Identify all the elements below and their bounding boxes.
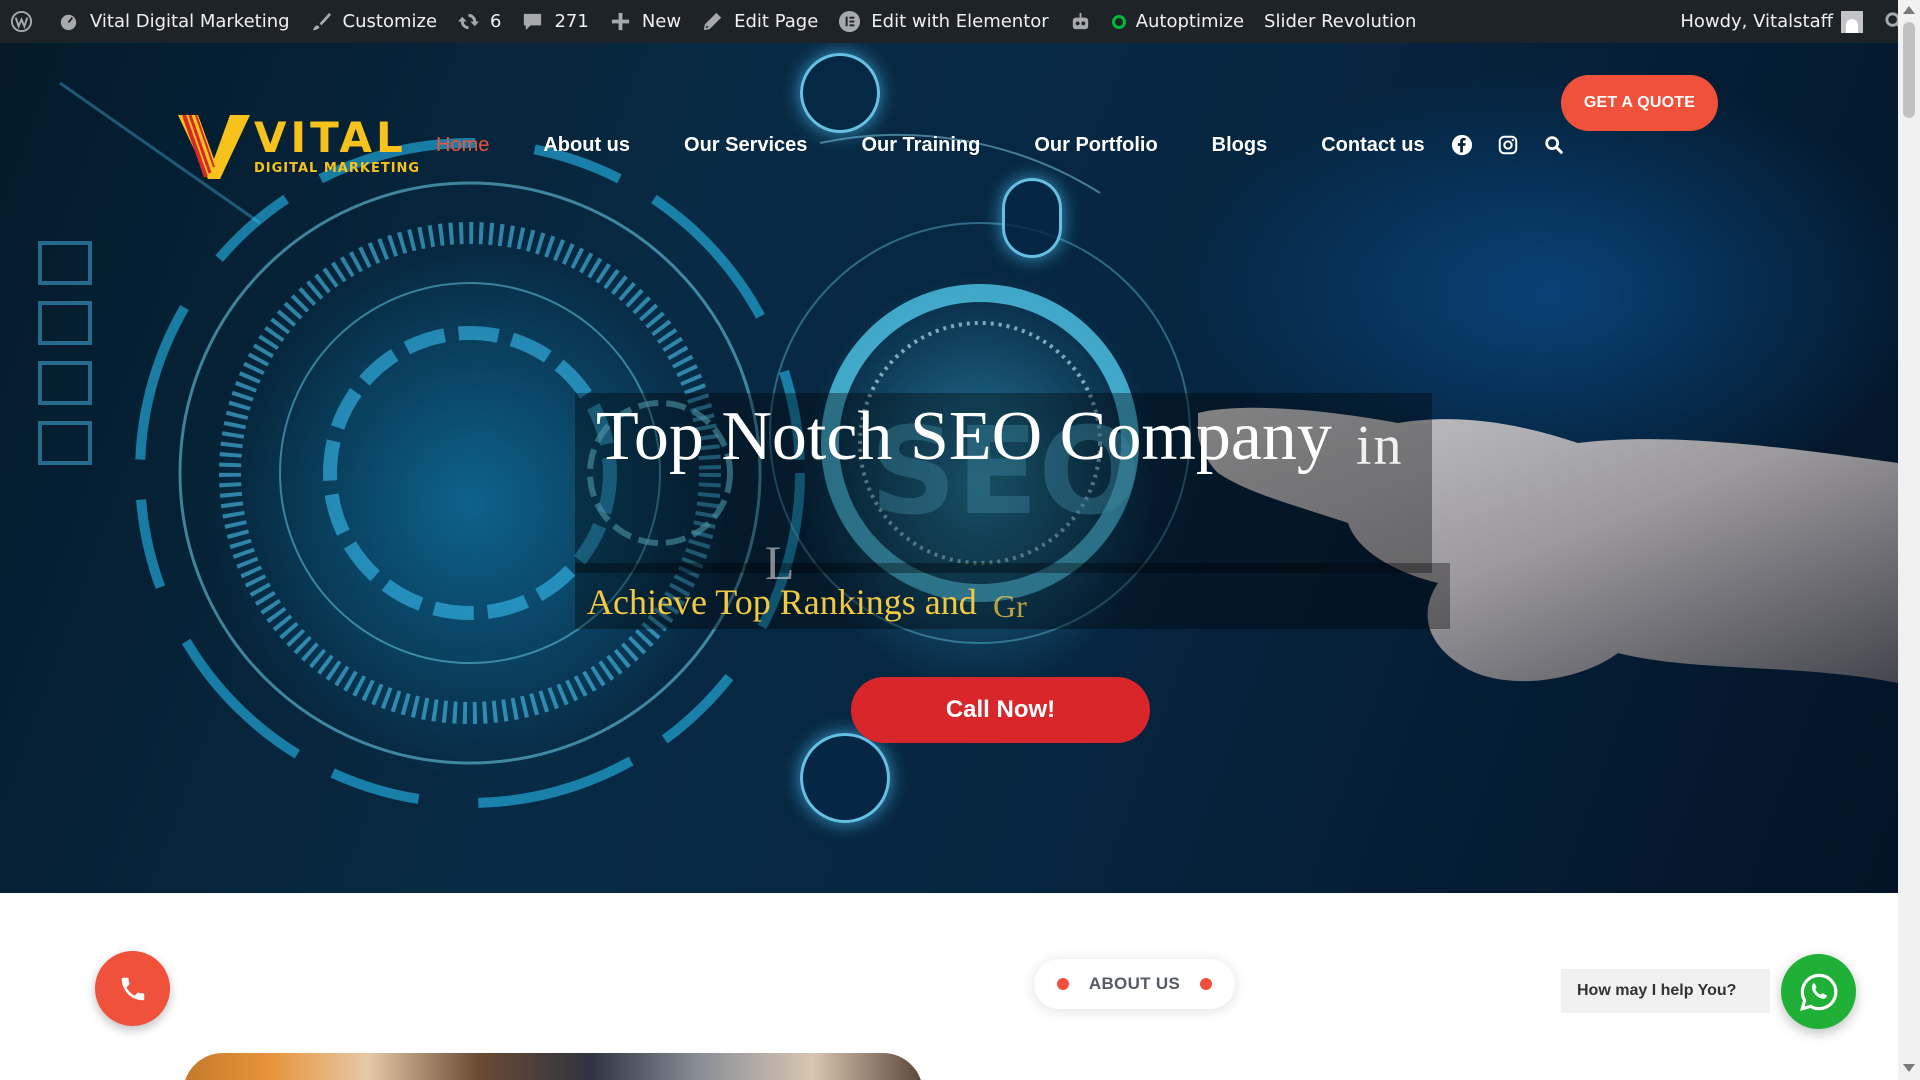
nav-our-training[interactable]: Our Training <box>861 134 980 157</box>
nav-home[interactable]: Home <box>436 134 489 157</box>
hero-subtitle-animated-tail: Gr <box>993 588 1027 624</box>
scroll-down-arrow-icon[interactable] <box>1903 1064 1915 1072</box>
edit-elementor-link[interactable]: Edit with Elementor <box>828 0 1058 43</box>
comment-icon <box>524 13 542 31</box>
logo-tagline: DIGITAL MARKETING <box>254 161 421 176</box>
updates-count: 6 <box>490 11 502 32</box>
search-icon[interactable] <box>1543 134 1565 156</box>
avatar <box>1841 10 1863 33</box>
instagram-icon[interactable] <box>1497 134 1519 156</box>
nav-blogs[interactable]: Blogs <box>1212 134 1268 157</box>
account-link[interactable]: Howdy, Vitalstaff <box>1670 0 1873 43</box>
get-a-quote-button[interactable]: GET A QUOTE <box>1561 75 1718 131</box>
autoptimize-label: Autoptimize <box>1135 11 1245 32</box>
robot-icon <box>1072 12 1088 30</box>
wordpress-logo-icon[interactable] <box>0 0 47 43</box>
hero-subtitle: Achieve Top Rankings and <box>587 582 977 622</box>
facebook-icon[interactable] <box>1451 134 1473 156</box>
slider-revolution-link[interactable]: Slider Revolution <box>1254 0 1426 43</box>
whatsapp-icon <box>1799 973 1837 1011</box>
site-name-link[interactable]: Vital Digital Marketing <box>47 0 300 43</box>
main-navigation: Home About us Our Services Our Training … <box>436 127 1589 163</box>
about-us-label: ABOUT US <box>1088 974 1181 993</box>
autoptimize-link[interactable]: Autoptimize <box>1102 0 1254 43</box>
badge-dot-right <box>1200 978 1213 990</box>
scroll-up-arrow-icon[interactable] <box>1903 6 1915 14</box>
slider-revolution-label: Slider Revolution <box>1264 11 1417 32</box>
refresh-icon <box>457 13 480 30</box>
new-content-link[interactable]: New <box>599 0 691 43</box>
edit-page-link[interactable]: Edit Page <box>691 0 828 43</box>
badge-dot-left <box>1056 978 1069 990</box>
howdy-label: Howdy, Vitalstaff <box>1680 11 1833 32</box>
about-us-badge: ABOUT US <box>1034 959 1235 1009</box>
comments-link[interactable]: 271 <box>511 0 598 43</box>
phone-icon <box>121 977 144 1000</box>
nav-our-services[interactable]: Our Services <box>684 134 807 157</box>
customize-label: Customize <box>342 11 438 32</box>
robot-link[interactable] <box>1059 0 1102 43</box>
hero-title-animated-tail: in <box>1356 415 1404 477</box>
customize-link[interactable]: Customize <box>300 0 447 43</box>
nav-about-us[interactable]: About us <box>543 134 630 157</box>
new-label: New <box>641 11 682 32</box>
brush-icon <box>312 12 331 31</box>
nav-our-portfolio[interactable]: Our Portfolio <box>1034 134 1157 157</box>
hero-title: Top Notch SEO Company <box>596 398 1332 475</box>
team-photo-image <box>183 1053 923 1080</box>
nav-contact-us[interactable]: Contact us <box>1321 134 1424 157</box>
logo-wordmark: VITAL <box>254 113 407 162</box>
status-circle-icon <box>1111 14 1126 29</box>
site-name-label: Vital Digital Marketing <box>90 11 290 32</box>
plus-icon <box>611 12 629 31</box>
scrollbar-thumb[interactable] <box>1903 22 1915 118</box>
globe-icon <box>800 53 880 133</box>
site-logo[interactable]: VITAL DIGITAL MARKETING <box>178 111 419 181</box>
edit-page-label: Edit Page <box>734 11 819 32</box>
growth-chart-icon <box>800 733 890 823</box>
elementor-icon <box>839 10 861 33</box>
pencil-icon <box>703 12 722 31</box>
call-now-button[interactable]: Call Now! <box>851 677 1150 743</box>
dashboard-icon <box>58 12 79 33</box>
whatsapp-prompt[interactable]: How may I help You? <box>1561 969 1770 1013</box>
floating-phone-button[interactable] <box>95 951 170 1026</box>
logo-mark-icon <box>178 114 250 179</box>
edit-elementor-label: Edit with Elementor <box>871 11 1049 32</box>
updates-link[interactable]: 6 <box>447 0 511 43</box>
comments-count: 271 <box>554 11 589 32</box>
page-scrollbar[interactable] <box>1898 0 1920 1080</box>
wp-admin-bar: Vital Digital Marketing Customize 6 271 … <box>0 0 1920 43</box>
analytics-search-icon <box>1002 178 1062 258</box>
whatsapp-button[interactable] <box>1781 954 1856 1029</box>
